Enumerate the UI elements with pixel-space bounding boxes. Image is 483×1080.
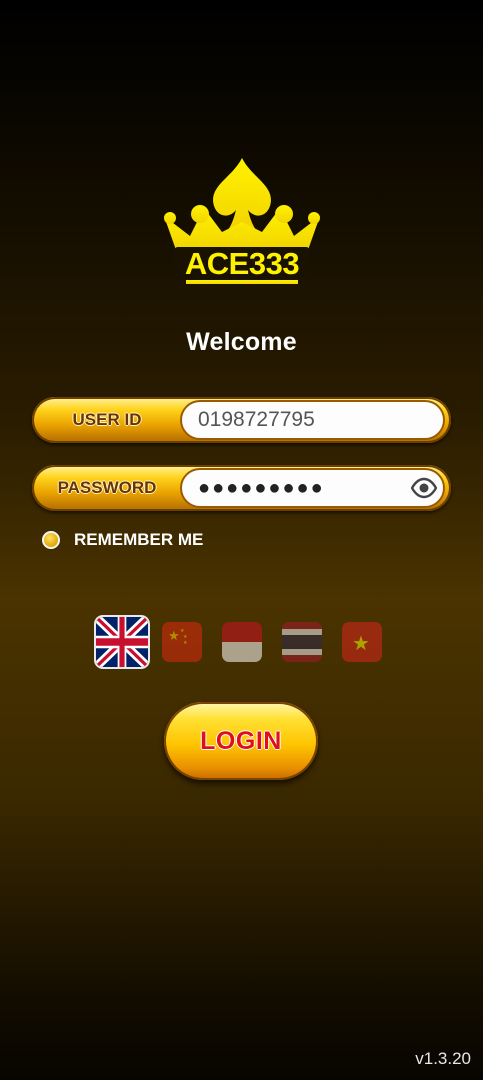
svg-text:★: ★: [352, 631, 370, 655]
svg-text:★: ★: [183, 640, 188, 646]
china-flag[interactable]: ★ ★ ★ ★: [162, 622, 202, 662]
password-input[interactable]: ●●●●●●●●●: [180, 468, 445, 508]
language-selector: ★ ★ ★ ★ ★: [96, 617, 386, 667]
ace333-logo: ACE333: [160, 152, 324, 290]
thailand-flag[interactable]: [282, 622, 322, 662]
svg-text:★: ★: [168, 629, 180, 644]
user-id-label: USER ID: [72, 410, 142, 429]
welcome-heading: Welcome: [186, 328, 297, 356]
remember-me-label: REMEMBER ME: [74, 530, 204, 549]
user-id-input[interactable]: [180, 400, 445, 440]
login-button-label: LOGIN: [200, 727, 282, 755]
login-button[interactable]: LOGIN: [164, 702, 318, 780]
eye-icon[interactable]: [410, 477, 438, 499]
vietnam-flag[interactable]: ★: [342, 622, 382, 662]
logo-text: ACE333: [184, 246, 300, 281]
remember-me[interactable]: REMEMBER ME: [42, 530, 203, 550]
english-flag[interactable]: [96, 617, 148, 667]
user-id-field: USER ID: [32, 397, 451, 443]
password-masked-value: ●●●●●●●●●: [198, 476, 325, 499]
indonesia-flag[interactable]: [222, 622, 262, 662]
remember-me-radio[interactable]: [42, 531, 60, 549]
app-version: v1.3.20: [415, 1049, 471, 1068]
password-field: PASSWORD ●●●●●●●●●: [32, 465, 451, 511]
password-label: PASSWORD: [57, 478, 157, 497]
